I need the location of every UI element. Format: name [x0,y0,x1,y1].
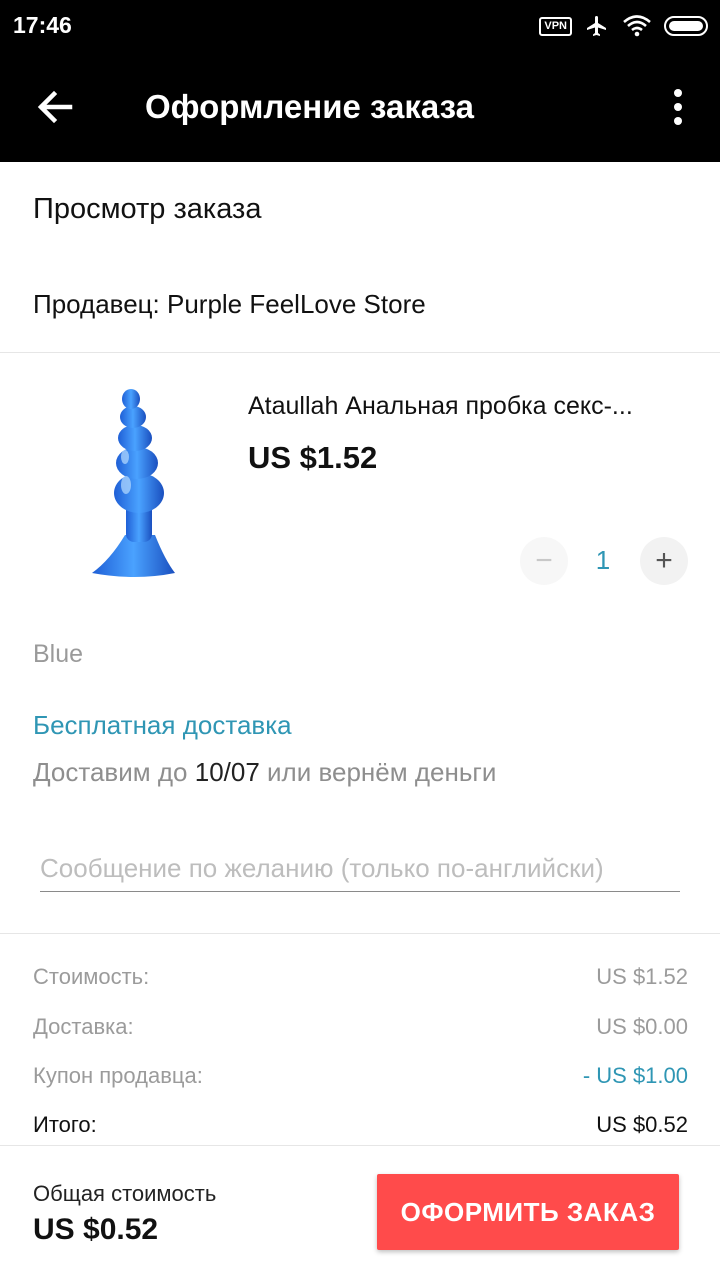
shipping-method-link[interactable]: Бесплатная доставка [33,710,292,741]
total-cost-label: Общая стоимость [33,1181,217,1206]
delivery-date: 10/07 [194,757,260,787]
battery-icon [664,16,708,36]
place-order-button[interactable]: ОФОРМИТЬ ЗАКАЗ [377,1174,679,1250]
delivery-guarantee: Доставим до 10/07 или вернём деньги [33,757,496,788]
order-review-title: Просмотр заказа [33,193,262,225]
cost-label: Стоимость: [33,964,150,989]
delivery-suffix: или вернём деньги [259,757,497,787]
status-bar: 17:46 VPN [0,0,720,52]
status-time: 17:46 [13,12,72,38]
coupon-value[interactable]: - US $1.00 [583,1063,688,1089]
quantity-value: 1 [595,545,611,575]
more-vertical-icon[interactable] [664,86,692,130]
seller-name[interactable]: Продавец: Purple FeelLove Store [33,289,426,320]
airplane-icon [587,16,606,36]
wifi-icon [623,15,651,37]
product-price: US $1.52 [248,440,378,475]
app-bar: Оформление заказа [0,52,720,162]
quantity-increase-button[interactable]: + [640,537,688,585]
quantity-decrease-button[interactable]: − [520,537,568,585]
subtotal-value: US $0.52 [596,1112,688,1137]
product-name[interactable]: Ataullah Анальная пробка секс-... [248,392,688,421]
shipping-cost-label: Доставка: [33,1014,134,1039]
divider [0,933,720,934]
product-image[interactable] [80,385,230,585]
divider [0,352,720,353]
vpn-icon: VPN [539,16,572,36]
cost-value: US $1.52 [596,964,688,989]
total-cost-value: US $0.52 [33,1213,159,1246]
status-icons: VPN [539,12,708,40]
subtotal-label: Итого: [33,1112,97,1137]
delivery-prefix: Доставим до [33,757,195,787]
shipping-cost-value: US $0.00 [596,1014,688,1039]
page-title: Оформление заказа [145,88,474,125]
coupon-label: Купон продавца: [33,1063,203,1088]
product-variant: Blue [33,640,84,668]
seller-message-input[interactable] [40,845,680,892]
back-arrow-icon[interactable] [30,84,80,130]
